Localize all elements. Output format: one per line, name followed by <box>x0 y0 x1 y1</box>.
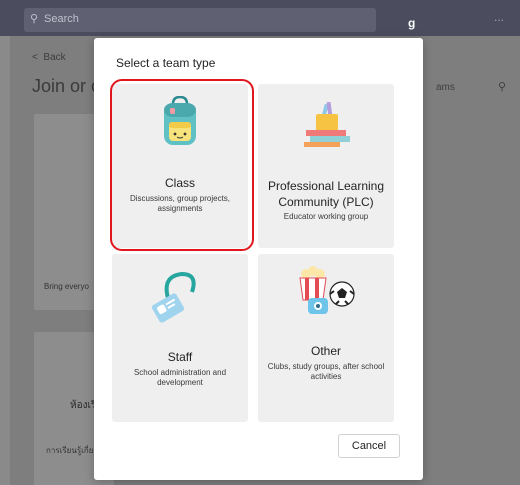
team-type-description: Clubs, study groups, after school activi… <box>267 362 385 381</box>
global-search-input[interactable]: ⚲ Search <box>24 8 376 32</box>
team-type-other-tile[interactable]: Other Clubs, study groups, after school … <box>258 254 394 422</box>
team-type-staff-tile[interactable]: Staff School administration and developm… <box>112 254 248 422</box>
cancel-button[interactable]: Cancel <box>338 434 400 458</box>
team-type-description: Educator working group <box>283 212 369 221</box>
select-team-type-dialog: Select a team type Class Discussions, gr… <box>94 38 423 480</box>
team-type-class-tile[interactable]: Class Discussions, group projects, assig… <box>112 84 248 248</box>
more-options-icon[interactable]: ... <box>494 10 504 24</box>
backpack-icon <box>164 96 196 145</box>
dialog-title: Select a team type <box>116 56 216 70</box>
lanyard-badge-icon <box>151 271 196 323</box>
team-type-description: Discussions, group projects, assignments <box>129 194 231 213</box>
back-label: Back <box>43 52 66 63</box>
teams-search-placeholder: ams <box>436 82 455 93</box>
popcorn-soccer-icon <box>299 266 355 314</box>
create-team-card-text: Bring everyo <box>44 282 89 291</box>
books-pencils-icon <box>304 101 350 147</box>
user-initial[interactable]: g <box>408 16 415 30</box>
team-type-plc-tile[interactable]: Professional Learning Community (PLC) Ed… <box>258 84 394 248</box>
team-type-name: Other <box>310 344 341 358</box>
join-team-card-text: การเรียนรู้เกี่ยว <box>46 446 98 455</box>
global-search-placeholder: Search <box>44 13 79 25</box>
team-type-description: School administration and development <box>133 368 227 387</box>
team-type-name: Class <box>164 176 195 190</box>
app-top-bar: ⚲ Search g ... <box>0 0 520 36</box>
chevron-left-icon: < <box>32 52 44 63</box>
search-icon: ⚲ <box>30 13 39 25</box>
page-title: Join or c <box>32 76 101 96</box>
team-type-name: Staff <box>167 350 193 364</box>
search-icon: ⚲ <box>497 81 506 93</box>
back-link[interactable]: < Back <box>32 52 66 63</box>
team-type-name: Professional Learning Community (PLC) <box>267 179 385 209</box>
teams-search-input[interactable]: ams ⚲ <box>422 76 520 100</box>
